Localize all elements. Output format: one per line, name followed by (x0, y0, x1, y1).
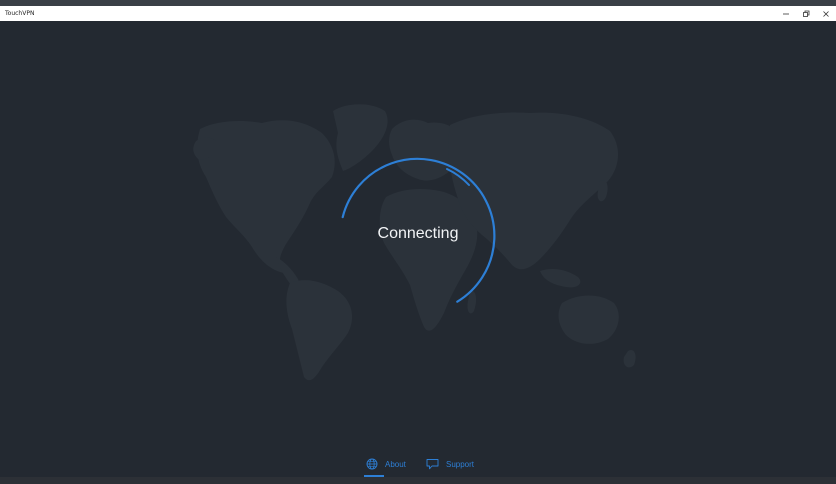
minimize-button[interactable] (776, 6, 796, 21)
minimize-icon (783, 13, 789, 14)
window-controls (776, 6, 836, 21)
close-icon (823, 10, 829, 17)
window-title: TouchVPN (5, 10, 35, 17)
chat-bubble-icon (426, 459, 439, 470)
title-bar: TouchVPN (0, 6, 836, 21)
app-area: Connecting About Support (0, 21, 836, 477)
bottom-strip (0, 477, 836, 484)
maximize-button[interactable] (796, 6, 816, 21)
connection-status-text: Connecting (377, 225, 459, 242)
bottom-navigation: About Support (0, 453, 836, 477)
nav-support-label: Support (446, 459, 475, 469)
nav-about[interactable]: About (366, 453, 406, 475)
connection-progress-ring (341, 157, 496, 303)
nav-about-label: About (385, 459, 406, 469)
nav-support[interactable]: Support (426, 453, 474, 475)
restore-icon (803, 10, 810, 17)
close-button[interactable] (816, 6, 836, 21)
globe-icon (366, 458, 378, 470)
